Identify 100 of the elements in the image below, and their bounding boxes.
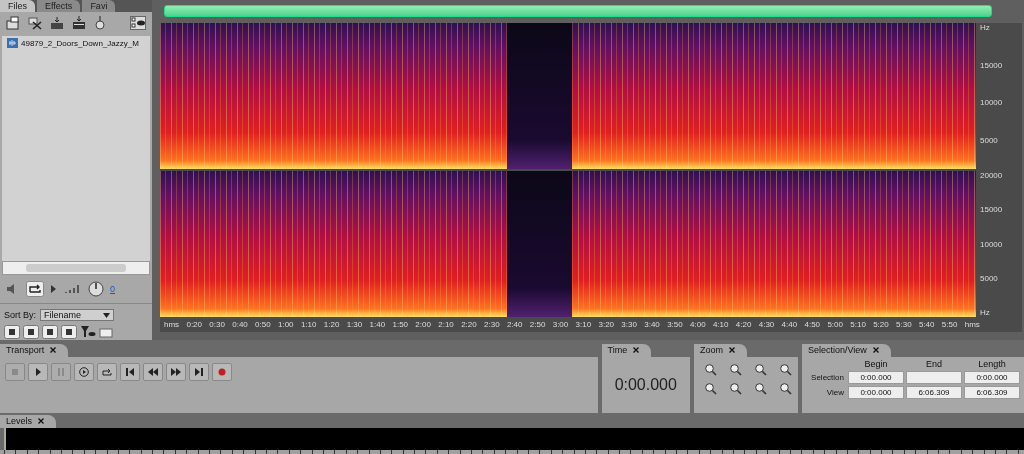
time-label: hms: [164, 320, 180, 329]
time-label: 2:30: [484, 320, 500, 329]
toolbar-icon[interactable]: [61, 325, 77, 339]
time-label: 0:20: [186, 320, 202, 329]
time-label: 3:10: [575, 320, 592, 329]
zoom-icon[interactable]: [779, 382, 792, 395]
transport-button[interactable]: [120, 363, 140, 381]
panel-tab[interactable]: Effects: [37, 0, 81, 12]
horizontal-scrollbar[interactable]: [2, 261, 150, 275]
time-label: 2:50: [529, 320, 546, 329]
zoom-icon[interactable]: [704, 382, 717, 395]
transport-button[interactable]: [143, 363, 163, 381]
panel-tab[interactable]: Time: [601, 344, 652, 357]
panel-tab[interactable]: Selection/View: [802, 344, 891, 357]
time-label: 5:30: [896, 320, 912, 329]
time-label: 1:30: [346, 320, 363, 329]
panel-tab[interactable]: Zoom: [694, 344, 747, 357]
time-label: 4:50: [804, 320, 821, 329]
time-label: 3:40: [644, 320, 660, 329]
time-label: 5:40: [918, 320, 935, 329]
toolbar-icon[interactable]: [23, 325, 39, 339]
stop-icon: [10, 367, 20, 377]
file-name[interactable]: 49879_2_Doors_Down_Jazzy_M: [21, 38, 139, 48]
time-label: 4:00: [690, 320, 706, 329]
zoom-icon[interactable]: [754, 382, 767, 395]
zoom-icon[interactable]: [754, 363, 767, 376]
time-label: 5:10: [850, 320, 866, 329]
audio-file-icon: [7, 38, 18, 48]
transport-button[interactable]: [166, 363, 186, 381]
play-from-icon: [79, 367, 89, 377]
open-file-icon[interactable]: [6, 16, 20, 30]
time-label: 1:50: [392, 320, 409, 329]
transport-button[interactable]: [28, 363, 48, 381]
close-icon[interactable]: [50, 347, 57, 353]
insert-multitrack-icon[interactable]: [72, 16, 86, 30]
close-icon[interactable]: [633, 347, 640, 353]
zoom-icon[interactable]: [729, 363, 742, 376]
column-header: Length: [977, 359, 1007, 369]
volume-level-icon: [64, 284, 82, 294]
time-label: 5:50: [941, 320, 958, 329]
sort-by-dropdown[interactable]: Filename: [40, 309, 114, 321]
time-label: 0:50: [255, 320, 271, 329]
zoom-icon[interactable]: [779, 363, 792, 376]
time-display: 0:00.000: [613, 375, 678, 395]
zoom-icon[interactable]: [729, 382, 742, 395]
frequency-label: 5000: [980, 135, 999, 145]
frequency-label: 15000: [980, 60, 1004, 70]
view-options-icon[interactable]: [130, 16, 146, 30]
filter-icon[interactable]: [80, 325, 96, 339]
toolbar-icon[interactable]: [42, 325, 58, 339]
time-label: 3:50: [667, 320, 683, 329]
time-field[interactable]: 6:06.309: [964, 386, 1020, 399]
frequency-label: 15000: [980, 205, 1004, 215]
go-start-icon: [125, 367, 135, 377]
time-field[interactable]: 6:06.309: [906, 386, 962, 399]
loop-icon[interactable]: [26, 281, 44, 297]
time-label: hms: [964, 320, 980, 329]
close-icon[interactable]: [872, 347, 879, 353]
insert-icon[interactable]: [50, 16, 64, 30]
time-label: 5:00: [827, 320, 843, 329]
zoom-icon[interactable]: [704, 363, 717, 376]
time-label: 2:10: [438, 320, 454, 329]
time-label: 4:30: [758, 320, 775, 329]
time-label: 4:10: [712, 320, 729, 329]
close-icon[interactable]: [729, 347, 735, 353]
panel-tab[interactable]: Files: [0, 0, 35, 12]
time-field[interactable]: 0:00.000: [848, 386, 904, 399]
close-file-icon[interactable]: [28, 16, 42, 30]
time-label: 2:40: [506, 320, 523, 329]
toolbar-icon[interactable]: [4, 325, 20, 339]
overview-scrollbar[interactable]: [164, 5, 992, 17]
frequency-label: 10000: [980, 239, 1004, 249]
record-icon: [217, 367, 227, 377]
close-icon[interactable]: [38, 418, 44, 424]
time-label: 1:10: [300, 320, 317, 329]
time-label: 3:00: [552, 320, 569, 329]
play-icon[interactable]: [50, 284, 58, 294]
time-label: 0:30: [209, 320, 225, 329]
frequency-label: Hz: [980, 308, 991, 317]
panel-tab[interactable]: Transport: [0, 344, 69, 357]
pause-icon: [56, 367, 66, 377]
time-label: 4:20: [735, 320, 752, 329]
play-icon: [33, 367, 43, 377]
time-label: 2:00: [415, 320, 431, 329]
time-field[interactable]: [906, 371, 962, 384]
time-label: 0:40: [232, 320, 248, 329]
go-end-icon: [194, 367, 204, 377]
frequency-label: 20000: [980, 171, 1004, 180]
transport-button[interactable]: [74, 363, 94, 381]
panel-tab[interactable]: Levels: [0, 415, 56, 428]
panel-tab[interactable]: Favi: [82, 0, 116, 12]
time-label: 3:30: [621, 320, 637, 329]
time-field[interactable]: 0:00.000: [964, 371, 1020, 384]
transport-button[interactable]: [189, 363, 209, 381]
time-label: 5:20: [873, 320, 889, 329]
time-field[interactable]: 0:00.000: [848, 371, 904, 384]
rewind-icon: [148, 367, 158, 377]
volume-knob-icon[interactable]: [88, 281, 104, 297]
forward-icon: [171, 367, 181, 377]
time-label: 2:20: [461, 320, 477, 329]
